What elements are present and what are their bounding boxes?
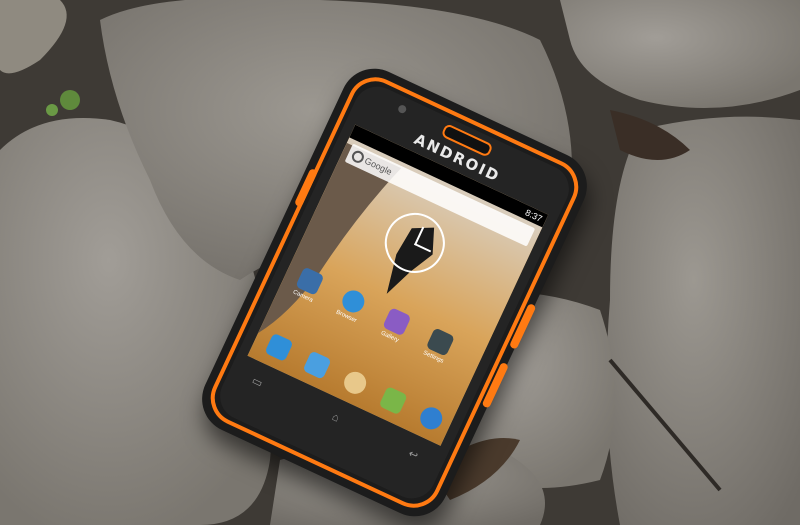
photo-scene: ANDROID 8:37 Google Camera Browser Galle… <box>0 0 800 525</box>
messaging-app-icon[interactable] <box>378 385 408 416</box>
rock-right <box>606 116 800 525</box>
globe-app-icon[interactable] <box>416 403 446 433</box>
app-drawer-icon[interactable] <box>340 368 370 398</box>
phone-app-icon[interactable] <box>264 332 294 362</box>
green-leaf <box>60 90 80 110</box>
clock-minute-hand <box>413 242 432 253</box>
contacts-app-icon[interactable] <box>302 350 332 380</box>
green-leaf-small <box>46 104 58 116</box>
